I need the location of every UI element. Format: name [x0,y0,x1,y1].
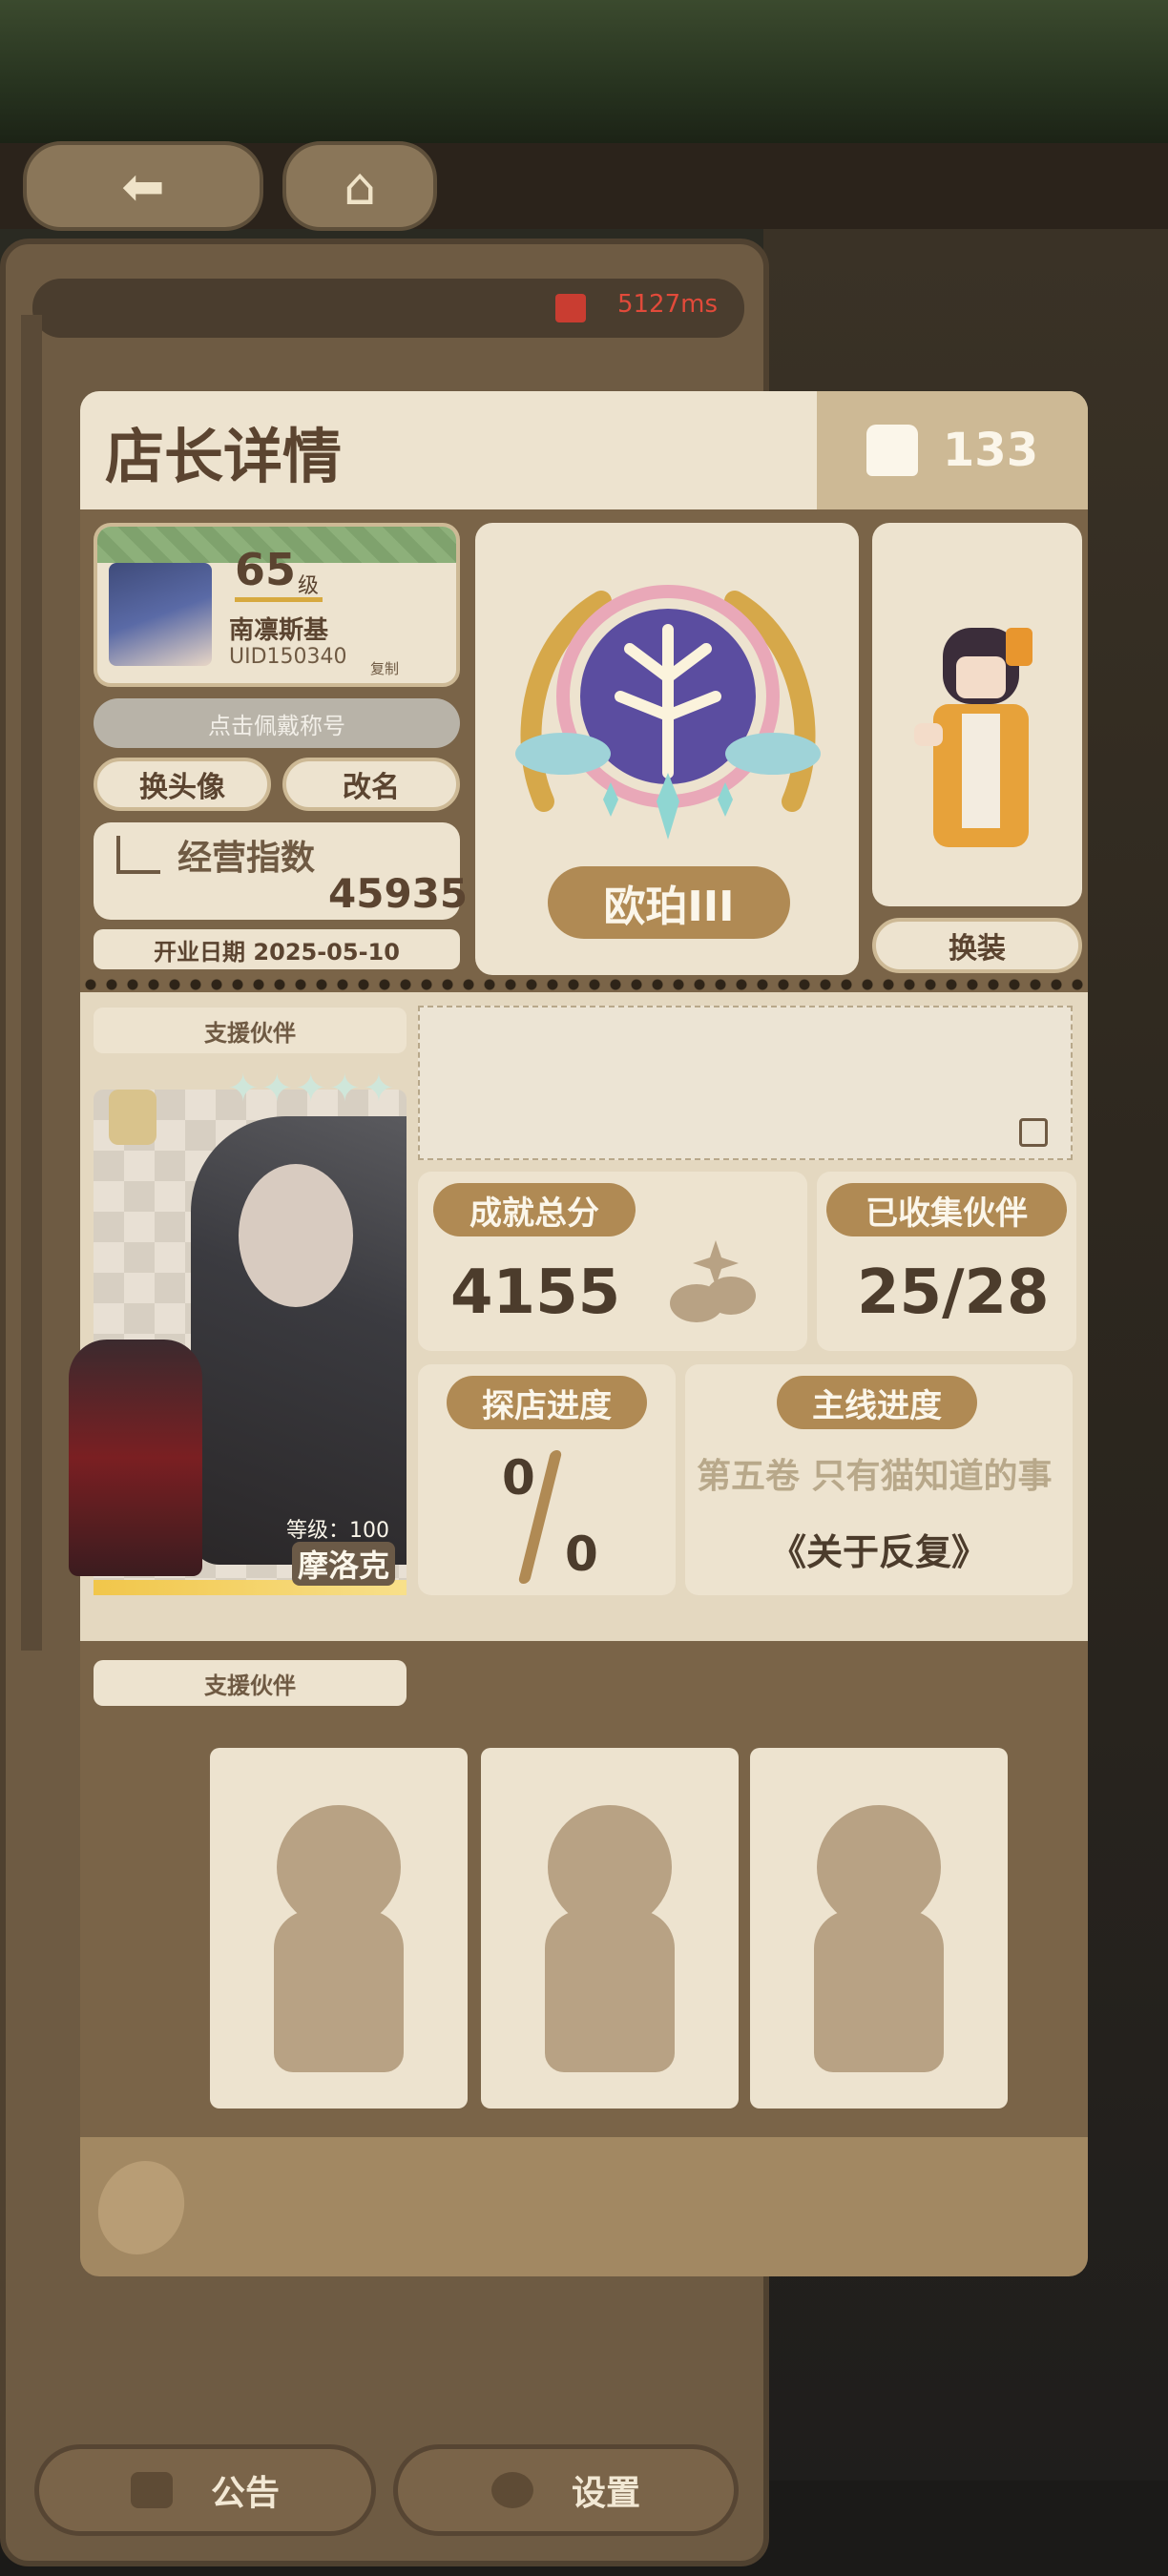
shop-progress-current: 0 [502,1450,535,1506]
side-strip [21,315,42,1651]
level-underline [235,597,323,602]
main-story-chapter: 第五卷 只有猫知道的事 [697,1457,1053,1496]
partner-face [239,1164,353,1307]
achievement-value: 4155 [450,1257,621,1328]
ping-text: 5127ms [616,290,718,319]
page-title: 店长详情 [105,422,343,491]
partner-slot-3[interactable] [750,1748,1008,2109]
settings-label: 设置 [571,2474,640,2513]
element-badge-icon [109,1090,156,1145]
partner-level: 等级：100 [286,1519,389,1543]
level-number: 65 [235,544,297,595]
achievement-label: 成就总分 [433,1183,636,1236]
partner-slot-2[interactable] [481,1748,739,2109]
partner-chibi-sprite [69,1340,202,1576]
character-sprite [914,628,1032,847]
player-uid: UID150340 [229,645,347,669]
shop-progress-label: 探店进度 [447,1376,647,1429]
collected-value: 25/28 [857,1257,1050,1328]
thumbs-up-icon [866,425,918,476]
settings-button[interactable]: 设置 [393,2444,739,2536]
business-index-value: 45935 [328,870,469,917]
change-avatar-button[interactable]: 换头像 [94,758,271,811]
open-date: 开业日期 2025-05-10 [94,929,460,969]
like-count: 133 [942,424,1039,477]
rank-stars: ✦✦✦✦✦ [227,1067,397,1111]
main-story-title: 《关于反复》 [769,1531,988,1573]
ping-bar: 5127ms [32,279,744,338]
player-name: 南凛斯基 [229,616,329,645]
notice-label: 公告 [210,2474,280,2513]
business-index-label: 经营指数 [177,839,316,878]
collected-label: 已收集伙伴 [826,1183,1067,1236]
equip-title-button[interactable]: 点击佩戴称号 [94,698,460,748]
bottom-strip [80,2137,1088,2276]
rename-button[interactable]: 改名 [282,758,460,811]
home-button[interactable]: ⌂ [282,141,437,231]
change-outfit-button[interactable]: 换装 [872,918,1082,973]
arrow-left-icon: ⬅ [121,156,165,217]
copy-uid-button[interactable]: 复制 [370,658,399,678]
title-emblem-icon [515,585,821,840]
main-story-label: 主线进度 [777,1376,977,1429]
game-scene-top [0,0,1168,143]
gear-icon [490,2472,533,2508]
home-icon: ⌂ [343,156,377,217]
back-button[interactable]: ⬅ [23,141,263,231]
partner-name: 摩洛克 [292,1542,396,1586]
coffee-beans-icon [670,1240,756,1322]
support-partner-label-2: 支援伙伴 [94,1660,407,1706]
level-unit: 级 [298,574,320,598]
shop-progress-total: 0 [565,1527,598,1582]
notice-icon [130,2472,173,2508]
chart-icon [116,836,160,874]
partner-slot-1[interactable] [210,1748,468,2109]
edit-icon[interactable] [1019,1118,1048,1147]
signature-box[interactable] [418,1006,1073,1160]
avatar[interactable] [109,563,212,666]
title-name-badge: 欧珀III [548,866,790,939]
signal-icon [555,294,586,322]
divider [80,979,1088,990]
notice-button[interactable]: 公告 [34,2444,376,2536]
like-button[interactable]: 133 [817,391,1088,509]
support-partner-label: 支援伙伴 [94,1008,407,1053]
